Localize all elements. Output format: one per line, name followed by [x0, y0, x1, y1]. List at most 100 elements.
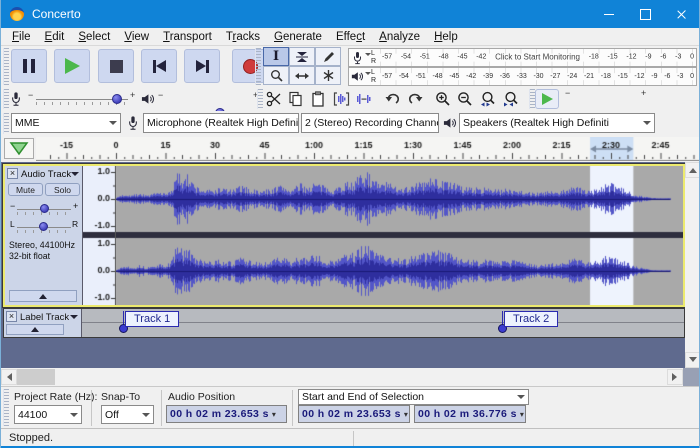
solo-button[interactable]: Solo [45, 183, 80, 196]
menu-tracks[interactable]: Tracks [219, 31, 267, 43]
meter-scale-tick: -45 [449, 72, 460, 80]
audio-track-collapse-button[interactable] [9, 290, 77, 302]
record-volume-thumb[interactable] [111, 94, 122, 104]
zoom-out-button[interactable] [454, 88, 475, 109]
playback-meter[interactable]: LR -57 -54 -51 -48 -45 -42 -39 -36 -33 -30 -27 -24-… [348, 67, 697, 86]
playback-meter-speaker-icon [349, 68, 365, 85]
draw-tool-button[interactable] [315, 47, 341, 66]
timeshift-tool-button[interactable] [289, 66, 315, 85]
gain-slider[interactable] [17, 202, 71, 216]
menu-select[interactable]: Select [71, 31, 117, 43]
mute-button[interactable]: Mute [8, 183, 43, 196]
label-track-collapse-button[interactable] [6, 324, 64, 335]
zoom-tool-button[interactable] [263, 66, 289, 85]
pan-thumb[interactable] [39, 222, 48, 231]
selection-toolbar-gripper[interactable] [3, 389, 9, 426]
zoom-fit-button[interactable] [501, 88, 522, 109]
label-track-title[interactable]: Label Track [20, 312, 69, 323]
monitoring-hint-text[interactable]: Click to Start Monitoring [495, 52, 580, 62]
audio-track-close-button[interactable]: × [7, 168, 18, 179]
menu-help[interactable]: Help [427, 31, 465, 43]
recording-channels-dropdown[interactable]: 2 (Stereo) Recording Channels [301, 113, 439, 133]
selection-end-field[interactable]: 00 h 02 m 36.776 s ▾ [414, 405, 526, 423]
audio-track-title[interactable]: Audio Track [21, 169, 71, 180]
pause-button[interactable] [11, 49, 47, 83]
audacity-app-icon [10, 7, 24, 21]
pan-slider[interactable] [17, 220, 71, 234]
trim-audio-button[interactable] [331, 88, 352, 109]
scroll-right-button[interactable] [667, 369, 683, 385]
menu-view[interactable]: View [117, 31, 156, 43]
snap-to-dropdown[interactable]: Off [101, 405, 154, 424]
meter-scale-tick: -15 [607, 53, 618, 61]
label-text[interactable]: Track 2 [504, 311, 559, 327]
redo-button[interactable] [404, 88, 425, 109]
horizontal-scroll-thumb[interactable] [17, 369, 55, 385]
recording-meter[interactable]: LR -57 -54 -51 -48 -45 -42 Click to Start Moni… [348, 48, 697, 67]
horizontal-scrollbar[interactable] [1, 368, 683, 386]
undo-button[interactable] [382, 88, 403, 109]
meter-scale-tick: -18 [588, 53, 599, 61]
audio-track-control-panel: × Audio Track Mute Solo − + L R Stereo, … [5, 166, 83, 305]
silence-audio-button[interactable] [353, 88, 374, 109]
audio-position-field[interactable]: 00 h 02 m 23.653 s ▾ [166, 405, 287, 423]
scroll-down-button[interactable] [685, 352, 699, 368]
snap-to-value: Off [105, 408, 119, 421]
waveform-display[interactable] [116, 166, 683, 305]
record-volume-slider[interactable] [36, 92, 128, 106]
title-bar[interactable]: Concerto [1, 0, 699, 28]
menu-edit[interactable]: Edit [38, 31, 72, 43]
project-rate-dropdown[interactable]: 44100 [14, 405, 82, 424]
pan-left-label: L [10, 219, 15, 229]
gain-thumb[interactable] [40, 204, 50, 213]
menu-transport[interactable]: Transport [156, 31, 219, 43]
menu-analyze[interactable]: Analyze [372, 31, 427, 43]
scroll-up-button[interactable] [685, 162, 699, 178]
skip-to-end-button[interactable] [184, 49, 220, 83]
menu-file[interactable]: File [5, 31, 38, 43]
envelope-tool-button[interactable] [289, 47, 315, 66]
status-message: Stopped. [9, 432, 54, 444]
zoom-selection-button[interactable] [478, 88, 499, 109]
play-at-speed-button[interactable] [535, 89, 559, 109]
selection-mode-dropdown[interactable]: Start and End of Selection [298, 389, 529, 405]
quick-play-button[interactable] [4, 138, 34, 159]
meter-scale-tick: -9 [651, 72, 658, 80]
selection-start-field[interactable]: 00 h 02 m 23.653 s ▾ [298, 405, 410, 423]
device-toolbar-gripper[interactable] [3, 113, 9, 134]
playback-device-dropdown[interactable]: Speakers (Realtek High Definiti [459, 113, 655, 133]
skip-to-start-button[interactable] [141, 49, 177, 83]
tools-toolbar-gripper[interactable] [255, 48, 261, 85]
audio-host-dropdown[interactable]: MME [11, 113, 121, 133]
meter-scale-tick: -42 [466, 72, 477, 80]
paste-button[interactable] [307, 88, 328, 109]
label-zone[interactable]: Track 1 Track 2 [82, 309, 684, 337]
label-track-close-button[interactable]: × [6, 311, 17, 322]
record-volume-minus: − [28, 90, 34, 100]
close-button[interactable] [663, 0, 699, 28]
pan-right-label: R [72, 219, 79, 229]
vertical-scrollbar[interactable] [685, 162, 699, 368]
recording-device-dropdown[interactable]: Microphone (Realtek High Defini [143, 113, 299, 133]
play-button[interactable] [54, 49, 90, 83]
multi-tool-button[interactable] [315, 66, 341, 85]
minimize-button[interactable] [591, 0, 627, 28]
pause-icon [23, 59, 35, 73]
maximize-button[interactable] [627, 0, 663, 28]
trim-audio-icon [333, 91, 350, 106]
zoom-in-button[interactable] [432, 88, 453, 109]
track-format-line2: 32-bit float [9, 251, 51, 261]
label-text[interactable]: Track 1 [125, 311, 180, 327]
selection-tool-button[interactable]: I [263, 47, 289, 66]
menu-effect[interactable]: Effect [329, 31, 372, 43]
cut-button[interactable] [263, 88, 284, 109]
transport-toolbar-gripper[interactable] [3, 48, 9, 85]
label-track-menu-arrow[interactable] [70, 315, 78, 323]
stop-button[interactable] [98, 49, 134, 83]
copy-button[interactable] [285, 88, 306, 109]
mixer-toolbar-gripper[interactable] [3, 89, 9, 109]
timeline-ruler[interactable] [36, 137, 699, 161]
menu-generate[interactable]: Generate [267, 31, 329, 43]
scroll-left-button[interactable] [1, 369, 17, 385]
audio-track-menu-arrow[interactable] [71, 172, 79, 180]
